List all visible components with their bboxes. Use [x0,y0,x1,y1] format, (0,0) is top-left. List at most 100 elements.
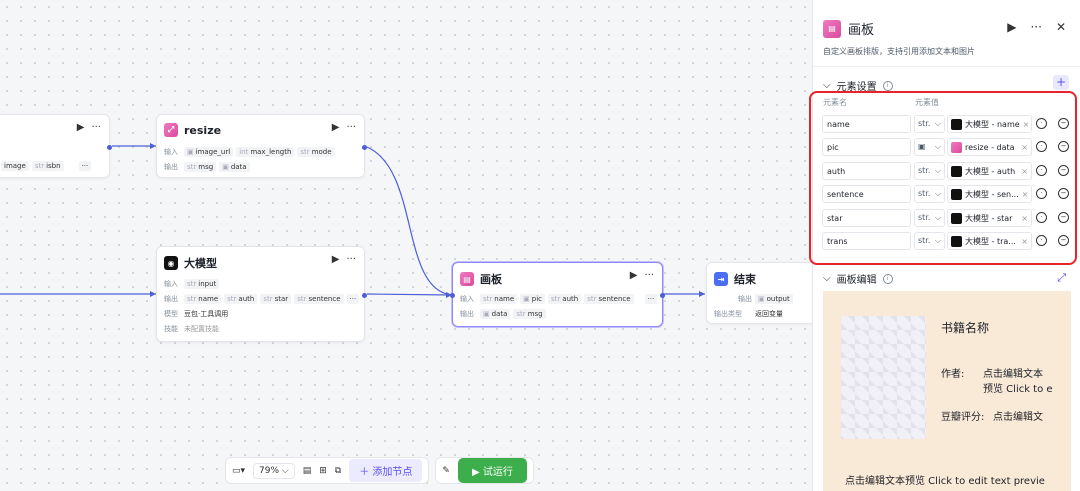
element-name-input[interactable]: trans [822,232,911,250]
element-value-ref[interactable]: 大模型 - tra... × [947,232,1032,250]
author-value-preview[interactable]: 预览 Click to e [983,380,1053,395]
more-tag[interactable]: ··· [644,294,658,304]
comment-icon[interactable]: ▤ [303,466,312,476]
run-icon[interactable]: ▶ [1007,20,1016,34]
element-name-input[interactable]: pic [822,138,911,156]
node-title: 画板 [480,273,502,286]
more-tag[interactable]: ··· [78,161,92,171]
clear-icon[interactable]: × [1021,143,1028,152]
more-icon[interactable]: ··· [1030,20,1041,34]
more-icon[interactable]: ··· [644,270,654,281]
output-tag: str auth [224,294,258,304]
chevron-down-icon: ⌵ [823,273,831,284]
output-port[interactable] [362,145,367,150]
input-port[interactable] [450,293,455,298]
minimap-icon[interactable]: ▭▾ [232,466,245,476]
remove-icon[interactable]: − [1058,188,1069,199]
resize-icon: ⤢ [164,123,178,137]
node-title: 大模型 [184,257,217,270]
zoom-select[interactable]: 79% ⌵ [253,462,295,479]
node-llm[interactable]: ◉ 大模型 ▶ ··· 输入 str input 输出 str name str auth… [156,246,367,342]
clear-icon[interactable]: × [1023,120,1030,129]
author-label[interactable]: 作者: [941,365,964,380]
more-icon[interactable]: ··· [91,122,101,133]
fit-icon[interactable]: ⧉ [335,466,341,476]
run-icon[interactable]: ▶ [630,270,638,281]
input-tag: str sentence [584,294,634,304]
reference-icon[interactable]: · [1036,141,1047,152]
section-canvas-edit[interactable]: ⌵ 画板编辑 i [823,271,893,286]
node-title: 结束 [734,273,756,286]
element-name-input[interactable]: sentence [822,185,911,203]
panel-description: 自定义画板排版，支持引用添加文本和图片 [823,47,975,56]
clear-icon[interactable]: × [1021,167,1028,176]
element-type-select[interactable]: str. ⌵ [914,185,945,203]
remove-icon[interactable]: − [1058,212,1069,223]
canvas-preview[interactable]: 书籍名称 作者: 点击编辑文本 预览 Click to e 豆瓣评分: 点击编辑… [823,291,1071,491]
clear-icon[interactable]: × [1021,214,1028,223]
output-port[interactable] [660,293,665,298]
element-name-input[interactable]: name [822,115,911,133]
chevron-down-icon: ⌵ [934,142,941,151]
image-placeholder[interactable] [841,316,926,439]
output-tag: ▣ output [755,294,793,304]
expand-icon[interactable]: ⤢ [1057,271,1066,285]
output-port[interactable] [107,145,112,150]
input-tag: int max_length [236,147,295,157]
element-type-select[interactable]: str. ⌵ [914,115,945,133]
element-value-ref[interactable]: 大模型 - name × [947,115,1032,133]
clear-icon[interactable]: × [1022,190,1029,199]
debug-icon[interactable]: ✎ [442,466,450,476]
output-port[interactable] [362,293,367,298]
run-icon[interactable]: ▶ [77,122,85,133]
remove-icon[interactable]: − [1058,118,1069,129]
element-row: auth str. ⌵ 大模型 - auth × · − [822,162,1072,181]
author-value[interactable]: 点击编辑文本 [983,365,1043,380]
more-tag[interactable]: ··· [346,294,360,304]
input-tag: str isbn [31,161,64,171]
element-value-ref[interactable]: 大模型 - sen... × [947,185,1032,203]
out-type-row: 输出类型 返回变量 [714,310,783,318]
workflow-canvas[interactable]: ▶ ··· image str isbn ··· ⤢ resize ▶ ··· 输入 ▣… [0,0,812,491]
node-board[interactable]: ▤ 画板 ▶ ··· 输入 str name ▣ pic str auth str sent… [450,262,665,327]
input-tag: ▣ pic [520,294,546,304]
more-icon[interactable]: ··· [346,122,356,133]
reference-icon[interactable]: · [1036,212,1047,223]
element-name-input[interactable]: auth [822,162,911,180]
element-type-select[interactable]: str. ⌵ [914,232,945,250]
bottom-text[interactable]: 点击编辑文本预览 Click to edit text previe [845,472,1045,487]
node-partial[interactable]: ▶ ··· image str isbn ··· [0,114,112,178]
node-resize[interactable]: ⤢ resize ▶ ··· 输入 ▣ image_url int max_length… [156,114,367,178]
add-element-button[interactable]: + [1053,75,1069,90]
remove-icon[interactable]: − [1058,235,1069,246]
node-config-panel: ▤ 画板 ▶ ··· ✕ 自定义画板排版，支持引用添加文本和图片 ⌵ 元素设置 … [809,0,1080,491]
add-node-button[interactable]: ＋ 添加节点 [349,459,423,482]
test-run-button[interactable]: ▶ 试运行 [457,458,527,483]
rating-label[interactable]: 豆瓣评分: [941,408,984,423]
close-icon[interactable]: ✕ [1056,20,1066,34]
run-icon[interactable]: ▶ [332,254,340,265]
reference-icon[interactable]: · [1036,165,1047,176]
element-type-select[interactable]: str. ⌵ [914,209,945,227]
reference-icon[interactable]: · [1036,235,1047,246]
clear-icon[interactable]: × [1021,237,1028,246]
element-value-ref[interactable]: 大模型 - star × [947,209,1032,227]
more-icon[interactable]: ··· [346,254,356,265]
layout-icon[interactable]: ⊞ [319,466,327,476]
reference-icon[interactable]: · [1036,118,1047,129]
element-value-ref[interactable]: 大模型 - auth × [947,162,1032,180]
board-icon: ▤ [460,272,474,286]
element-name-input[interactable]: star [822,209,911,227]
element-value-ref[interactable]: resize - data × [947,138,1032,156]
element-type-select[interactable]: str. ⌵ [914,162,945,180]
book-title-text[interactable]: 书籍名称 [941,319,989,336]
chevron-down-icon: ⌵ [934,119,941,128]
element-type-select[interactable]: ▣ ⌵ [914,138,945,156]
reference-icon[interactable]: · [1036,188,1047,199]
node-actions: ▶ ··· [332,254,356,265]
run-icon[interactable]: ▶ [332,122,340,133]
node-end[interactable]: ⇥ 结束 输出 ▣ output 输出类型 返回变量 [706,262,812,324]
rating-value[interactable]: 点击编辑文 [993,408,1043,423]
remove-icon[interactable]: − [1058,165,1069,176]
remove-icon[interactable]: − [1058,141,1069,152]
